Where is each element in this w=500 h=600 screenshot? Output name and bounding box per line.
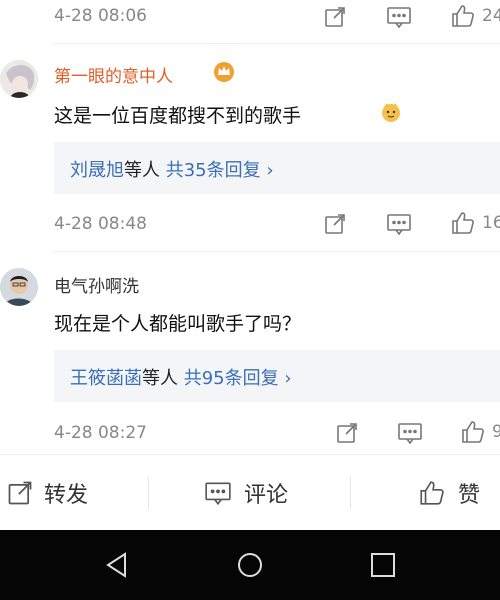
reply-summary[interactable]: 王筱菡菡等人 共95条回复 › [54,350,500,402]
repost-button[interactable]: 转发 [6,455,88,531]
like-button[interactable]: 9 [460,419,500,445]
share-button[interactable] [323,5,347,29]
thumbs-up-icon [420,481,444,505]
like-count: 9 [492,422,500,442]
chevron-right-icon: › [266,160,274,181]
chevron-right-icon: › [284,368,292,389]
share-icon [337,423,357,443]
like-bar-button[interactable]: 赞 [418,455,480,531]
thumbs-up-icon [452,212,474,234]
reply-count[interactable]: 共35条回复 [166,160,261,181]
crown-icon [212,61,236,87]
comment-time: 4-28 08:48 [54,214,147,234]
reply-count[interactable]: 共95条回复 [184,368,279,389]
share-icon [325,7,345,27]
share-icon [325,214,345,234]
comment-button[interactable] [386,5,412,29]
comment-icon [205,482,231,506]
recents-button[interactable] [370,552,396,582]
comment-time: 4-28 08:27 [54,423,147,443]
back-button[interactable] [103,551,131,583]
share-icon [8,481,32,505]
comment-time: 4-28 08:06 [54,6,147,26]
comment-text: 这是一位百度都搜不到的歌手 [54,105,302,127]
reply-users[interactable]: 王筱菡菡 [70,368,142,389]
like-button[interactable]: 16 [450,210,500,236]
divider [54,43,500,44]
repost-label: 转发 [44,483,89,508]
comment-label: 评论 [244,483,289,508]
reply-mid: 等人 [142,368,178,389]
like-button[interactable]: 24 [450,3,500,29]
comment-text: 现在是个人都能叫歌手了吗？ [54,313,302,335]
reply-summary[interactable]: 刘晟旭等人 共35条回复 › [54,142,500,194]
reply-mid: 等人 [124,160,160,181]
system-nav-bar [0,530,500,600]
divider [54,251,500,252]
back-icon [106,552,126,578]
reply-users[interactable]: 刘晟旭 [70,160,124,181]
home-icon [238,553,262,577]
share-button[interactable] [323,212,347,236]
emoji-icon [380,101,402,127]
share-button[interactable] [335,421,359,445]
like-count: 16 [482,213,500,233]
divider [148,477,149,509]
comment-button[interactable] [397,421,423,445]
comment-icon [387,214,411,236]
bottom-action-bar: 转发 评论 赞 [0,454,500,531]
avatar[interactable] [0,268,38,306]
comment-button[interactable] [386,212,412,236]
comment-bar-button[interactable]: 评论 [204,455,288,531]
like-label: 赞 [458,483,481,508]
thumbs-up-icon [462,421,484,443]
home-button[interactable] [236,551,264,583]
like-count: 24 [482,6,500,26]
recents-icon [371,553,395,577]
comment-icon [398,423,422,445]
avatar[interactable] [0,60,38,98]
comment-icon [387,7,411,29]
username[interactable]: 电气孙啊洗 [54,272,139,297]
username[interactable]: 第一眼的意中人 [54,62,173,87]
thumbs-up-icon [452,5,474,27]
divider [350,477,351,509]
